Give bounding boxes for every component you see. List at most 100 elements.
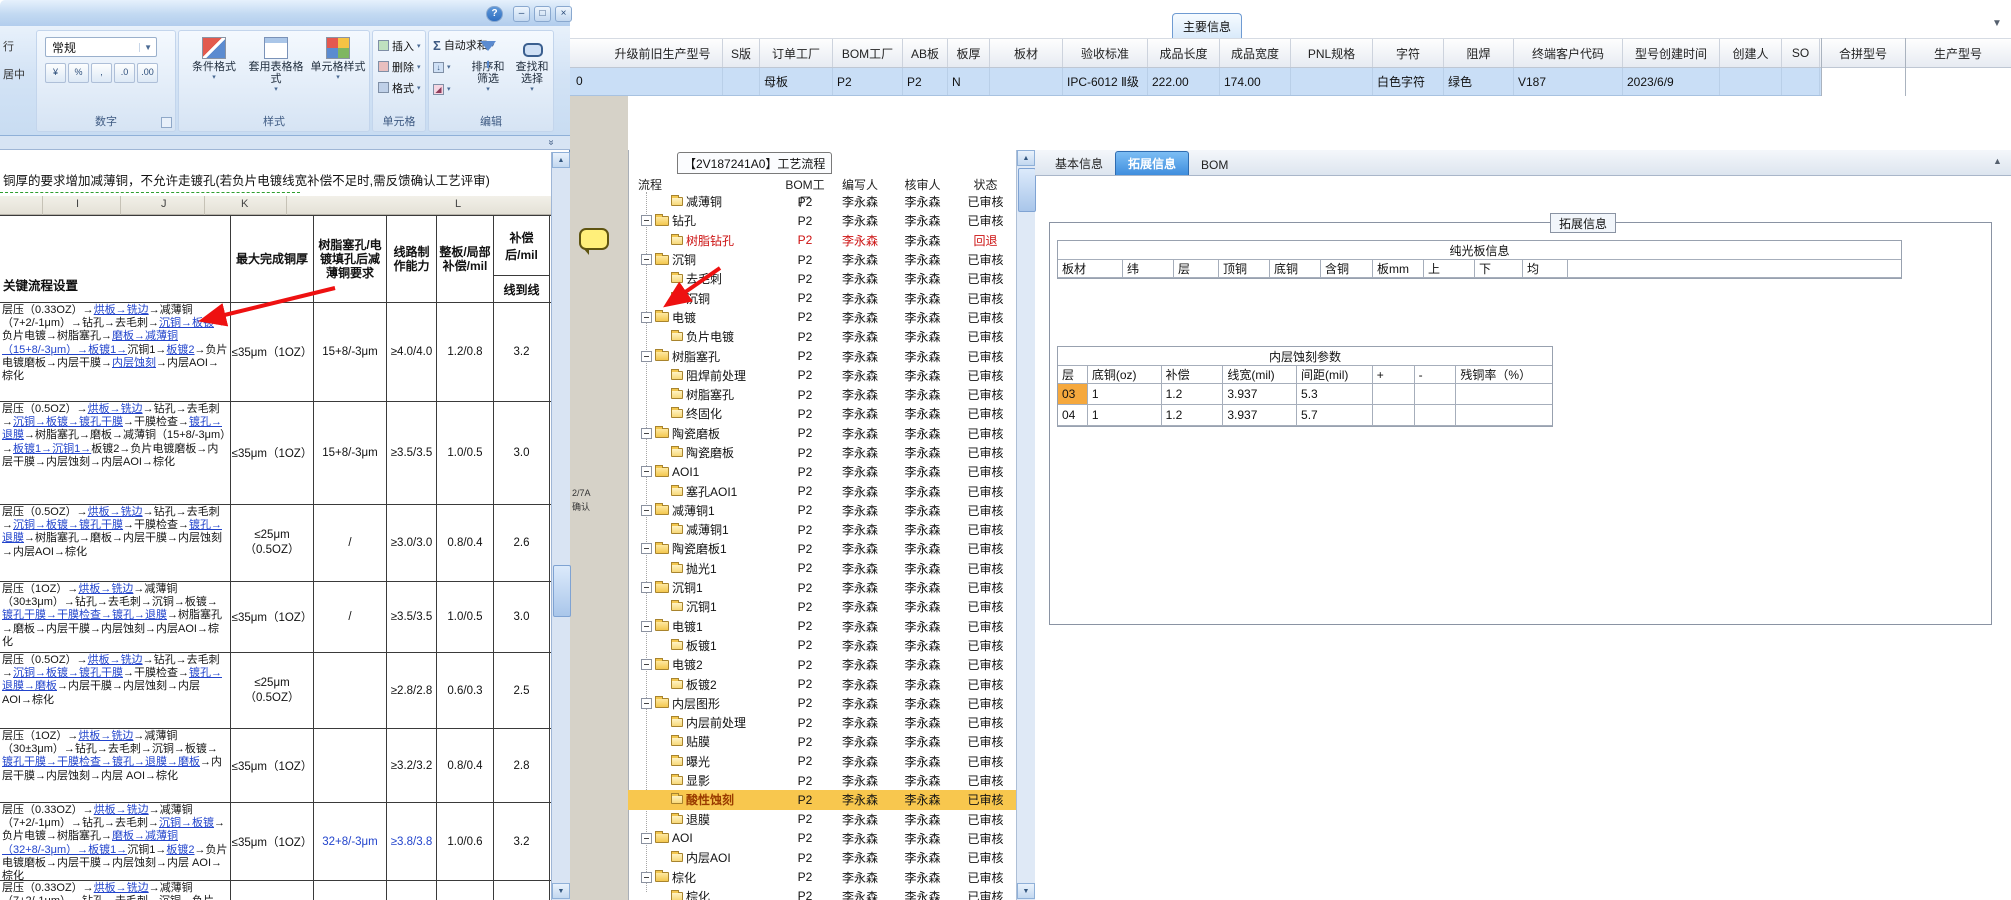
resin-req-cell[interactable] <box>314 881 387 900</box>
collapse-box-icon[interactable] <box>641 543 652 555</box>
tree-row[interactable]: 减薄铜 P2 李永森 李永森 已审核 <box>628 192 1016 211</box>
tree-row[interactable]: AOI P2 李永森 李永森 已审核 <box>628 829 1016 848</box>
number-format-button[interactable]: .0 <box>114 63 135 83</box>
scroll-up-icon[interactable]: ▲ <box>552 152 570 168</box>
flow-cell[interactable]: 层压（1OZ）→烘板→铣边→减薄铜（30±3μm）→钻孔→去毛刺→沉铜→板镀→镀… <box>0 729 231 802</box>
model-grid-selected-row[interactable]: 母板 P2 P2 N IPC-6012 Ⅱ级 222.00 174.00 白色字符 绿色 V187… <box>570 68 1821 96</box>
number-format-button[interactable]: % <box>68 63 89 83</box>
sort-filter-button[interactable]: 排序和筛选 ▾ <box>467 33 509 115</box>
grid-cell[interactable]: P2 <box>833 68 903 95</box>
tree-row[interactable]: 曝光 P2 李永森 李永森 已审核 <box>628 752 1016 771</box>
grid-column-header[interactable]: SO <box>1782 39 1820 67</box>
etch-cell[interactable]: 04 <box>1058 405 1088 426</box>
collapse-box-icon[interactable] <box>641 466 652 478</box>
capability-cell[interactable]: ≥3.0/3.0 <box>387 505 437 581</box>
tree-row[interactable]: 阻焊前处理 P2 李永森 李永森 已审核 <box>628 366 1016 385</box>
etch-row[interactable]: 04 1 1.2 3.937 5.7 <box>1058 405 1553 426</box>
etch-cell[interactable] <box>1456 405 1553 426</box>
grid-cell[interactable]: 2023/6/9 <box>1623 68 1720 95</box>
collapse-box-icon[interactable] <box>641 254 652 266</box>
process-table-row[interactable]: 层压（0.33OZ）→烘板→铣边→减薄铜（7+2/-1μm）→钻孔→去毛刺→沉铜… <box>0 803 551 881</box>
collapse-box-icon[interactable] <box>641 215 652 227</box>
process-table-row[interactable]: 层压（1OZ）→烘板→铣边→减薄铜（30±3μm）→钻孔→去毛刺→沉铜→板镀→镀… <box>0 729 551 803</box>
tree-row[interactable]: 减薄铜1 P2 李永森 李永森 已审核 <box>628 501 1016 520</box>
tree-row[interactable]: 树脂塞孔 P2 李永森 李永森 已审核 <box>628 385 1016 404</box>
tree-row[interactable]: 显影 P2 李永森 李永森 已审核 <box>628 771 1016 790</box>
compensation-cell[interactable]: 1.0/0.5 <box>437 582 494 652</box>
tree-row[interactable]: 钻孔 P2 李永森 李永森 已审核 <box>628 211 1016 230</box>
minimize-icon[interactable]: – <box>513 6 530 22</box>
dialog-launcher-icon[interactable] <box>161 117 172 128</box>
tree-row[interactable]: 沉铜1 P2 李永森 李永森 已审核 <box>628 597 1016 616</box>
tree-row[interactable]: 电镀2 P2 李永森 李永森 已审核 <box>628 655 1016 674</box>
excel-scrollbar[interactable]: ▲ ▼ <box>551 152 571 900</box>
after-compensation-cell[interactable]: 2.8 <box>494 729 550 802</box>
max-copper-cell[interactable]: ≤25μm（0.5OZ） <box>231 505 314 581</box>
styles-button[interactable]: 条件格式 ▾ <box>183 33 245 115</box>
etch-cell[interactable] <box>1414 405 1457 426</box>
cells-button[interactable]: 删除 ▾ <box>376 56 421 77</box>
grid-column-header[interactable]: 验收标准 <box>1063 39 1148 67</box>
capability-cell[interactable] <box>387 881 437 900</box>
grid-column-header[interactable]: 升级前旧生产型号 <box>603 39 723 67</box>
number-format-button[interactable]: .00 <box>137 63 158 83</box>
tree-row[interactable]: 减薄铜1 P2 李永森 李永森 已审核 <box>628 520 1016 539</box>
styles-button[interactable]: 套用表格格式 ▾ <box>245 33 307 115</box>
grid-cell[interactable] <box>1782 68 1820 95</box>
capability-cell[interactable]: ≥3.5/3.5 <box>387 582 437 652</box>
grid-column-header[interactable]: PNL规格 <box>1291 39 1373 67</box>
grid-cell[interactable]: 174.00 <box>1220 68 1291 95</box>
grid-cell[interactable]: P2 <box>903 68 948 95</box>
tree-row[interactable]: AOI1 P2 李永森 李永森 已审核 <box>628 462 1016 481</box>
tree-scrollbar[interactable]: ▲ ▼ <box>1016 150 1036 900</box>
process-table-row[interactable]: 层压（0.5OZ）→烘板→铣边→钻孔→去毛刺→沉铜→板镀→镀孔干膜→干膜检查→镀… <box>0 402 551 505</box>
capability-cell[interactable]: ≥2.8/2.8 <box>387 653 437 728</box>
grid-column-header[interactable]: 板厚 <box>948 39 990 67</box>
tree-row[interactable]: 负片电镀 P2 李永森 李永森 已审核 <box>628 327 1016 346</box>
grid-cell[interactable]: 白色字符 <box>1373 68 1444 95</box>
tree-row[interactable]: 沉铜1 P2 李永森 李永森 已审核 <box>628 578 1016 597</box>
compensation-cell[interactable]: 0.6/0.3 <box>437 653 494 728</box>
tree-row[interactable]: 树脂塞孔 P2 李永森 李永森 已审核 <box>628 346 1016 365</box>
max-copper-cell[interactable]: ≤35μm（1OZ） <box>231 402 314 504</box>
column-letter[interactable]: I <box>76 198 79 210</box>
flow-cell[interactable]: 层压（1OZ）→烘板→铣边→减薄铜（30±3μm）→钻孔→去毛刺→沉铜→板镀→镀… <box>0 582 231 652</box>
scroll-down-icon[interactable]: ▼ <box>1017 883 1035 899</box>
grid-column-header[interactable]: BOM工厂 <box>833 39 903 67</box>
close-icon[interactable]: × <box>555 6 572 22</box>
etch-cell[interactable]: 1 <box>1087 384 1162 405</box>
max-copper-cell[interactable]: ≤35μm（1OZ） <box>231 803 314 880</box>
capability-cell[interactable]: ≥4.0/4.0 <box>387 303 437 401</box>
process-table-row[interactable]: 层压（0.5OZ）→烘板→铣边→钻孔→去毛刺→沉铜→板镀→镀孔干膜→干膜检查→镀… <box>0 653 551 729</box>
etch-cell[interactable]: 3.937 <box>1223 405 1298 426</box>
grid-cell[interactable]: IPC-6012 Ⅱ级 <box>1063 68 1148 95</box>
flow-cell[interactable]: 层压（0.33OZ）→烘板→铣边→减薄铜（7+2/-1μm）→钻孔→去毛刺→沉铜… <box>0 303 231 401</box>
tree-row[interactable]: 陶瓷磨板 P2 李永森 李永森 已审核 <box>628 424 1016 443</box>
grid-column-header[interactable]: 板材 <box>990 39 1063 67</box>
grid-column-header[interactable]: 型号创建时间 <box>1623 39 1720 67</box>
column-letter[interactable]: L <box>455 198 461 210</box>
etch-cell[interactable]: 1.2 <box>1161 384 1224 405</box>
column-letter[interactable]: J <box>161 198 167 210</box>
grid-cell[interactable] <box>1291 68 1373 95</box>
tab-main-info[interactable]: 主要信息 <box>1172 13 1243 39</box>
process-table-row[interactable]: 层压（0.33OZ）→烘板→铣边→减薄铜（7+2/-1μm）→钻孔→去毛刺→沉铜… <box>0 881 551 900</box>
capability-cell[interactable]: ≥3.8/3.8 <box>387 803 437 880</box>
styles-button[interactable]: 单元格样式 ▾ <box>307 33 369 115</box>
etch-cell[interactable] <box>1372 405 1415 426</box>
collapse-box-icon[interactable] <box>641 504 652 516</box>
after-compensation-cell[interactable]: 3.2 <box>494 303 550 401</box>
resin-req-cell[interactable] <box>314 729 387 802</box>
cells-button[interactable]: 格式 ▾ <box>376 77 421 98</box>
tab-BOM[interactable]: BOM <box>1189 155 1240 175</box>
resin-req-cell[interactable]: / <box>314 582 387 652</box>
capability-cell[interactable]: ≥3.5/3.5 <box>387 402 437 504</box>
tab-基本信息[interactable]: 基本信息 <box>1043 152 1115 175</box>
grid-column-header[interactable]: 字符 <box>1373 39 1444 67</box>
tree-row[interactable]: 板镀1 P2 李永森 李永森 已审核 <box>628 636 1016 655</box>
max-copper-cell[interactable]: ≤35μm（1OZ） <box>231 729 314 802</box>
flow-cell[interactable]: 层压（0.5OZ）→烘板→铣边→钻孔→去毛刺→沉铜→板镀→镀孔干膜→干膜检查→镀… <box>0 505 231 581</box>
after-compensation-cell[interactable]: 2.5 <box>494 653 550 728</box>
etch-cell[interactable]: 1.2 <box>1161 405 1224 426</box>
flow-cell[interactable]: 层压（0.5OZ）→烘板→铣边→钻孔→去毛刺→沉铜→板镀→镀孔干膜→干膜检查→镀… <box>0 402 231 504</box>
